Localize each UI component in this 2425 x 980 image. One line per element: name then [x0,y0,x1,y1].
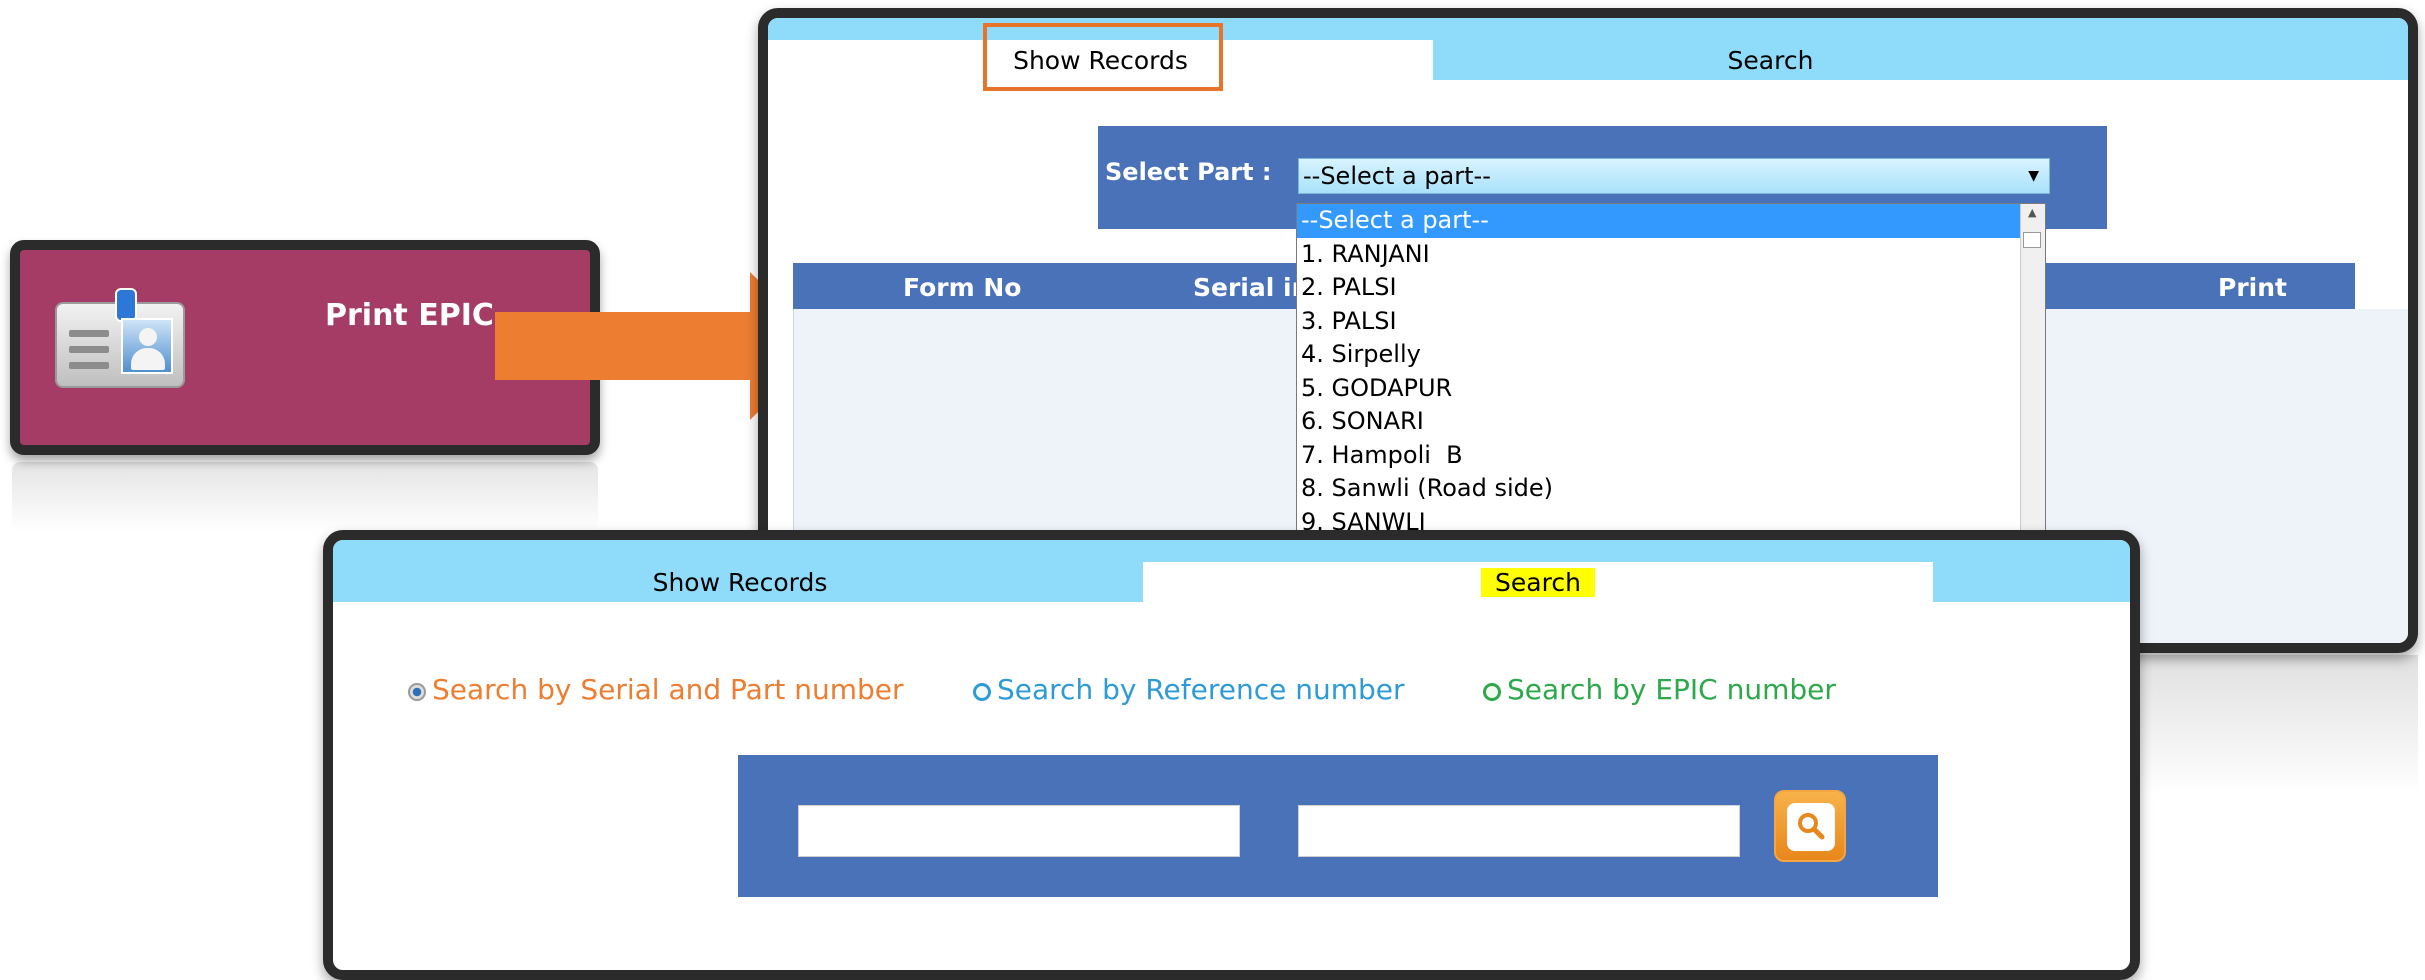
part-select-value: --Select a part-- [1303,162,1491,190]
radio-epic[interactable]: Search by EPIC number [1483,673,1836,706]
select-part-label: Select Part : [1105,158,1272,186]
column-form-no: Form No [903,273,1022,302]
dropdown-option[interactable]: 1. RANJANI [1297,238,2045,272]
id-card-icon [55,288,185,388]
dropdown-option[interactable]: 7. Hampoli B [1297,439,2045,473]
search-panel: Show Records Search Search by Serial and… [323,530,2140,980]
dropdown-option[interactable]: 4. Sirpelly [1297,338,2045,372]
search-input-bar [738,755,1938,897]
tile-title: Print EPIC [325,298,494,333]
panel-reflection [2140,655,2418,795]
dropdown-option[interactable]: 8. Sanwli (Road side) [1297,472,2045,506]
radio-reference-label: Search by Reference number [997,673,1405,706]
dropdown-option[interactable]: --Select a part-- [1297,204,2045,238]
tile-reflection [12,462,598,532]
radio-serial-part-label: Search by Serial and Part number [432,673,904,706]
search-icon [1798,813,1825,840]
tab-bar: Show Records Search [333,540,2130,602]
part-select[interactable]: --Select a part-- ▼ [1298,158,2050,194]
tab-search[interactable]: Search [1443,40,2098,80]
tab-search-label: Search [1481,568,1595,597]
radio-reference[interactable]: Search by Reference number [973,673,1405,706]
dropdown-option[interactable]: 5. GODAPUR [1297,372,2045,406]
dropdown-scrollbar[interactable]: ▲ [2020,204,2045,542]
scroll-thumb[interactable] [2023,232,2041,248]
radio-unselected-icon[interactable] [1483,683,1501,701]
id-photo [121,318,173,374]
serial-number-input[interactable] [798,805,1240,857]
dropdown-option[interactable]: 2. PALSI [1297,271,2045,305]
radio-serial-part[interactable]: Search by Serial and Part number [408,673,904,706]
tab-callout-box [983,23,1223,91]
tab-search[interactable]: Search [1143,562,1933,602]
column-print: Print [2218,273,2287,302]
radio-epic-label: Search by EPIC number [1507,673,1836,706]
radio-selected-icon[interactable] [408,683,426,701]
part-dropdown-list[interactable]: --Select a part-- 1. RANJANI 2. PALSI 3.… [1296,203,2046,543]
dropdown-option[interactable]: 3. PALSI [1297,305,2045,339]
chevron-down-icon[interactable]: ▼ [2028,159,2039,193]
search-button[interactable] [1774,790,1846,862]
part-number-input[interactable] [1298,805,1740,857]
tab-show-records[interactable]: Show Records [345,562,1135,602]
dropdown-option[interactable]: 6. SONARI [1297,405,2045,439]
scroll-up-icon[interactable]: ▲ [2028,206,2036,219]
badge-clip [115,288,137,322]
radio-unselected-icon[interactable] [973,683,991,701]
column-serial: Serial in [1193,273,1310,302]
